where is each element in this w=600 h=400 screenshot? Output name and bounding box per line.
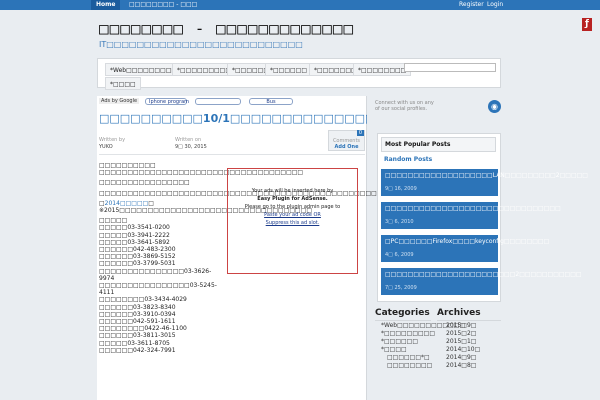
login-link[interactable]: Login [482, 0, 508, 10]
ad-link-2[interactable] [195, 98, 241, 105]
flash-icon: ƒ [582, 18, 592, 31]
random-post-date: 3□ 6, 2010 [385, 218, 414, 225]
tab-random-posts[interactable]: Random Posts [381, 155, 432, 165]
phone-item: □□□□□□□□03-3434-4029 [99, 296, 187, 304]
phone-item: □□□□□□042-324-7991 [99, 346, 176, 354]
divider [375, 320, 431, 321]
phone-item: □□□□□□□□□□□□□□□03-3626-9974 [99, 267, 212, 282]
archive-link[interactable]: 2014□8□ [446, 362, 480, 370]
archive-link[interactable]: 2015□9□ [446, 322, 480, 330]
post-author[interactable]: YUKO [99, 144, 113, 150]
phone-item: □□□□□□03-3823-8340 [99, 303, 176, 311]
nav-item-6[interactable]: *□□□□□□□□ [353, 63, 412, 76]
post-paragraph: □□□□□□□□□□□□□□□□ [99, 179, 190, 187]
post-title[interactable]: □□□□□□□□□□10/1□□□□□□□□□□□□□□□□□□□□□□ [99, 112, 367, 125]
phone-item: □□□□□03-3941-2222 [99, 231, 170, 239]
phone-item: □□□□□□042-591-1611 [99, 318, 176, 326]
post-paragraph: □□□□□□□□□□ [99, 162, 156, 169]
post-body: □□□□□□□□□□ □□□□□□□□□□□□□□□□□□□□□□□□□□□□□… [99, 162, 377, 357]
random-post-title[interactable]: □□□□□□□□□□□□□□□□□□□LAN□□□□□□□□□2□□□□□ [385, 172, 588, 180]
posts-tabs-widget: Most Popular Posts Random Posts □□□□□□□□… [377, 133, 588, 302]
phone-item: □□□□□03-3611-8705 [99, 339, 170, 347]
archive-link[interactable]: 2014□9□ [446, 354, 480, 362]
nav-home-link[interactable]: Home [91, 0, 121, 10]
divider [99, 154, 365, 155]
random-post-date: 7□ 25, 2009 [385, 284, 417, 291]
site-title[interactable]: □□□□□□□□ - □□□□□□□□□□□□□ [99, 19, 354, 38]
tab-most-popular[interactable]: Most Popular Posts [381, 137, 496, 152]
post-inline-link[interactable]: 2014□□□□□ [105, 200, 149, 207]
phone-item: □□□□□□042-483-2300 [99, 246, 176, 254]
paste-ad-code-link[interactable]: Paste your ad code OR [228, 211, 357, 219]
comments-box[interactable]: 0 Comments Add One [328, 130, 365, 151]
adbox-line: Easy Plugin for AdSense. [257, 196, 328, 202]
ads-by-google-label[interactable]: Ads by Google [99, 98, 140, 104]
phone-item: □□□□□03-3641-5892 [99, 238, 170, 246]
random-post-item[interactable]: □□□□□□□□□□□□□□□□□□□LAN□□□□□□□□□2□□□□□ 9□… [381, 169, 588, 196]
site-description: IT□□□□□□□□□□□□□□□□□□□□□□□□□□ [99, 40, 303, 49]
written-on-label: Written on [175, 137, 202, 143]
phone-item: □□□□□□□□□□□□□□□□03-5245-4111 [99, 282, 217, 297]
phone-item: □□□□□03-3541-0200 [99, 224, 170, 232]
nav-site-link[interactable]: □□□□□□□□ - □□□ [124, 0, 202, 10]
archives-list: 2015□9□ 2015□2□ 2015□1□ 2014□10□ 2014□9□… [446, 322, 480, 370]
top-bar: Home □□□□□□□□ - □□□ Register Login [0, 0, 600, 10]
divider [437, 320, 501, 321]
adbox-line: Please go to the plugin admin page to [244, 204, 341, 210]
phone-item: □□□□□□03-3869-5152 [99, 253, 176, 261]
post-author-meta: Written by YUKO [99, 137, 125, 151]
nav-item-4[interactable]: *□□□□□□ [265, 63, 313, 76]
archive-link[interactable]: 2014□10□ [446, 346, 480, 354]
comments-count: 0 [356, 130, 364, 136]
categories-title: Categories [375, 308, 430, 318]
phone-item: □□□□□□03-3799-5031 [99, 260, 176, 268]
random-post-date: 4□ 6, 2009 [385, 251, 414, 258]
random-post-item[interactable]: □PC□□□□□□Firefox□□□□keyconfig□□□□□□□□ 4□… [381, 235, 549, 262]
adsense-placeholder: Your ads will be inserted here by Easy P… [227, 168, 358, 274]
random-post-item[interactable]: □□□□□□□□□□□□□□□□□□□□□□□2□□□□□□□□□□□ 7□ 2… [381, 268, 582, 295]
post-date-meta: Written on 9□ 30, 2015 [175, 137, 207, 151]
rss-icon[interactable]: ◉ [488, 100, 501, 113]
add-comment-link[interactable]: Add One [329, 144, 364, 150]
ad-link-1[interactable]: Iphone program [145, 98, 189, 105]
archive-link[interactable]: 2015□1□ [446, 338, 480, 346]
random-post-date: 9□ 16, 2009 [385, 185, 417, 192]
random-post-title[interactable]: □□□□□□□□□□□□□□□□□□□□□□□□□□□□□□□ [385, 205, 561, 213]
phone-item: □□□□□□03-3910-0394 [99, 310, 176, 318]
post-paragraph: □□□□□□□□□□□□□□□□□□□□□□□□□□□□□□□□□□□□□□□□… [99, 190, 377, 197]
phone-item: □□□□□□03-3811-3015 [99, 332, 176, 340]
social-text: Connect with us on any of our social pro… [375, 100, 434, 112]
suppress-ad-link[interactable]: Suppress this ad slot. [228, 219, 357, 227]
phone-item: □□□□□□□□0422-46-1100 [99, 325, 187, 333]
random-post-title[interactable]: □□□□□□□□□□□□□□□□□□□□□□□2□□□□□□□□□□□ [385, 271, 582, 279]
link-suffix: □ [148, 199, 154, 207]
random-post-title[interactable]: □PC□□□□□□Firefox□□□□keyconfig□□□□□□□□ [385, 238, 549, 246]
archive-link[interactable]: 2015□2□ [446, 330, 480, 338]
written-by-label: Written by [99, 137, 126, 143]
random-post-item[interactable]: □□□□□□□□□□□□□□□□□□□□□□□□□□□□□□□ 3□ 6, 20… [381, 202, 561, 229]
ad-link-3[interactable]: Bus [249, 98, 293, 105]
archives-title: Archives [437, 308, 481, 318]
nav-item-7[interactable]: *□□□□ [105, 77, 141, 90]
post-date: 9□ 30, 2015 [175, 144, 207, 150]
search-input[interactable] [404, 63, 496, 72]
phone-list-heading: □□□□□ [99, 217, 128, 225]
adbox-line: Your ads will be inserted here by [251, 188, 334, 194]
